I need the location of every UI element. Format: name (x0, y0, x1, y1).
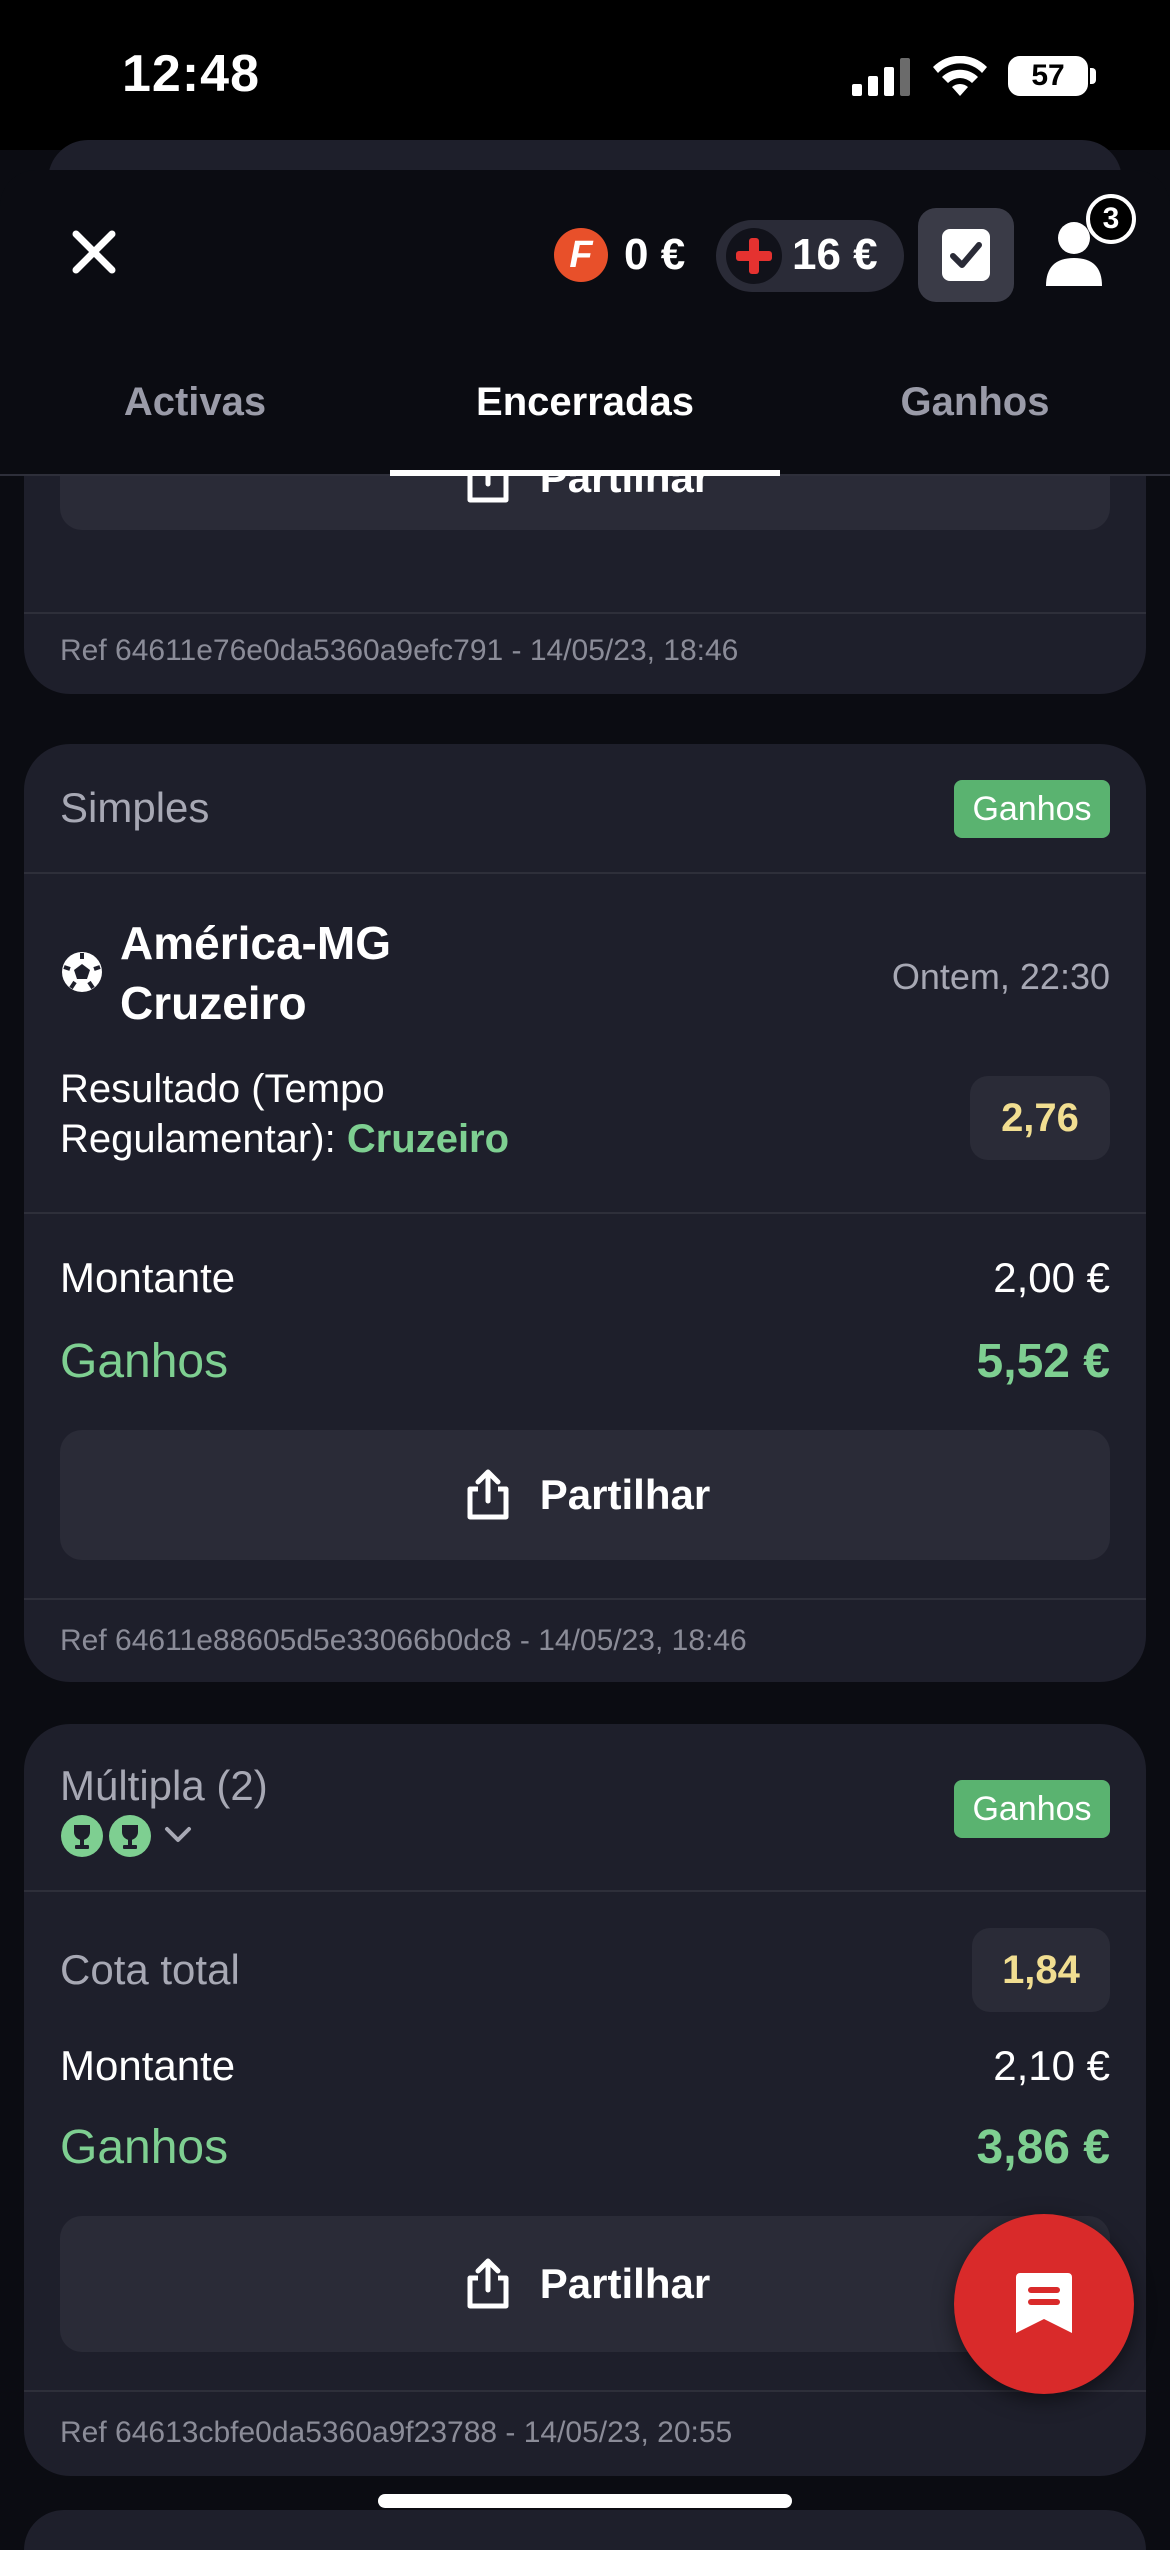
chat-fab[interactable] (954, 2214, 1134, 2394)
bet-card-next (24, 2510, 1146, 2550)
battery-icon: 57 (1008, 56, 1088, 96)
market-name: Resultado (Tempo Regulamentar): (60, 1067, 385, 1161)
bet-reference: Ref 64611e88605d5e33066b0dc8 - 14/05/23,… (60, 1624, 747, 1657)
tab-encerradas[interactable]: Encerradas (390, 380, 780, 440)
bet-card: Simples Ganhos América-MG Cruzeiro Ontem… (24, 744, 1146, 1682)
divider (24, 1598, 1146, 1600)
total-odds-label: Cota total (60, 1946, 240, 1993)
tab-active-indicator (390, 470, 780, 476)
close-button[interactable] (62, 220, 126, 284)
market-line: Resultado (Tempo Regulamentar): Cruzeiro (60, 1064, 580, 1164)
close-icon (72, 230, 116, 274)
soccer-ball-icon (62, 952, 102, 992)
wifi-icon (933, 56, 987, 96)
freebet-balance[interactable]: 0 € (624, 230, 685, 280)
chevron-down-icon[interactable] (164, 1826, 192, 1844)
deposit-plus-icon[interactable] (726, 228, 782, 284)
winnings-label: Ganhos (60, 2121, 229, 2174)
share-label: Partilhar (539, 2260, 711, 2307)
total-odds-value: 1,84 (972, 1928, 1110, 2012)
divider (24, 1890, 1146, 1892)
tab-ganhos[interactable]: Ganhos (780, 380, 1170, 440)
share-button[interactable]: Partilhar (60, 1430, 1110, 1560)
amount-value: 2,00 € (993, 1254, 1110, 1301)
bet-type: Simples (60, 784, 210, 831)
divider (24, 1212, 1146, 1214)
home-indicator (378, 2494, 792, 2508)
share-icon (467, 2258, 509, 2309)
bet-reference: Ref 64611e76e0da5360a9efc791 - 14/05/23,… (60, 634, 739, 667)
divider (24, 2390, 1146, 2392)
betslip-button[interactable] (918, 208, 1014, 302)
selection-odds: 2,76 (970, 1076, 1110, 1160)
share-icon (467, 1469, 509, 1520)
selection-result-icons[interactable] (60, 1814, 192, 1858)
winnings-value: 3,86 € (976, 2121, 1110, 2174)
bet-type: Múltipla (2) (60, 1762, 268, 1809)
status-badge: Ganhos (954, 780, 1110, 838)
amount-label: Montante (60, 1254, 236, 1301)
check-icon (950, 242, 982, 268)
divider (24, 872, 1146, 874)
amount-value: 2,10 € (993, 2042, 1110, 2089)
betslip-receipt-icon (1016, 2273, 1072, 2333)
trophy-icon (61, 1815, 103, 1857)
status-time: 12:48 (122, 45, 260, 103)
winnings-label: Ganhos (60, 1335, 229, 1388)
status-badge: Ganhos (954, 1780, 1110, 1838)
balance-value[interactable]: 16 € (792, 230, 878, 280)
event-datetime: Ontem, 22:30 (891, 956, 1110, 997)
trophy-icon (109, 1815, 151, 1857)
team-home: América-MG (120, 917, 391, 969)
share-button[interactable]: Partilhar (60, 2216, 1110, 2352)
divider (24, 612, 1146, 614)
share-label: Partilhar (539, 1471, 711, 1518)
battery-tip (1090, 68, 1096, 84)
winnings-value: 5,52 € (976, 1335, 1110, 1388)
team-away: Cruzeiro (120, 977, 307, 1029)
freebet-icon: F (554, 228, 608, 282)
signal-icon (852, 58, 910, 96)
amount-label: Montante (60, 2042, 236, 2089)
notification-badge: 3 (1086, 194, 1136, 244)
battery-level: 57 (1031, 59, 1065, 92)
bet-reference: Ref 64613cbfe0da5360a9f23788 - 14/05/23,… (60, 2416, 733, 2449)
tab-activas[interactable]: Activas (0, 380, 390, 440)
selection-name: Cruzeiro (346, 1117, 510, 1161)
